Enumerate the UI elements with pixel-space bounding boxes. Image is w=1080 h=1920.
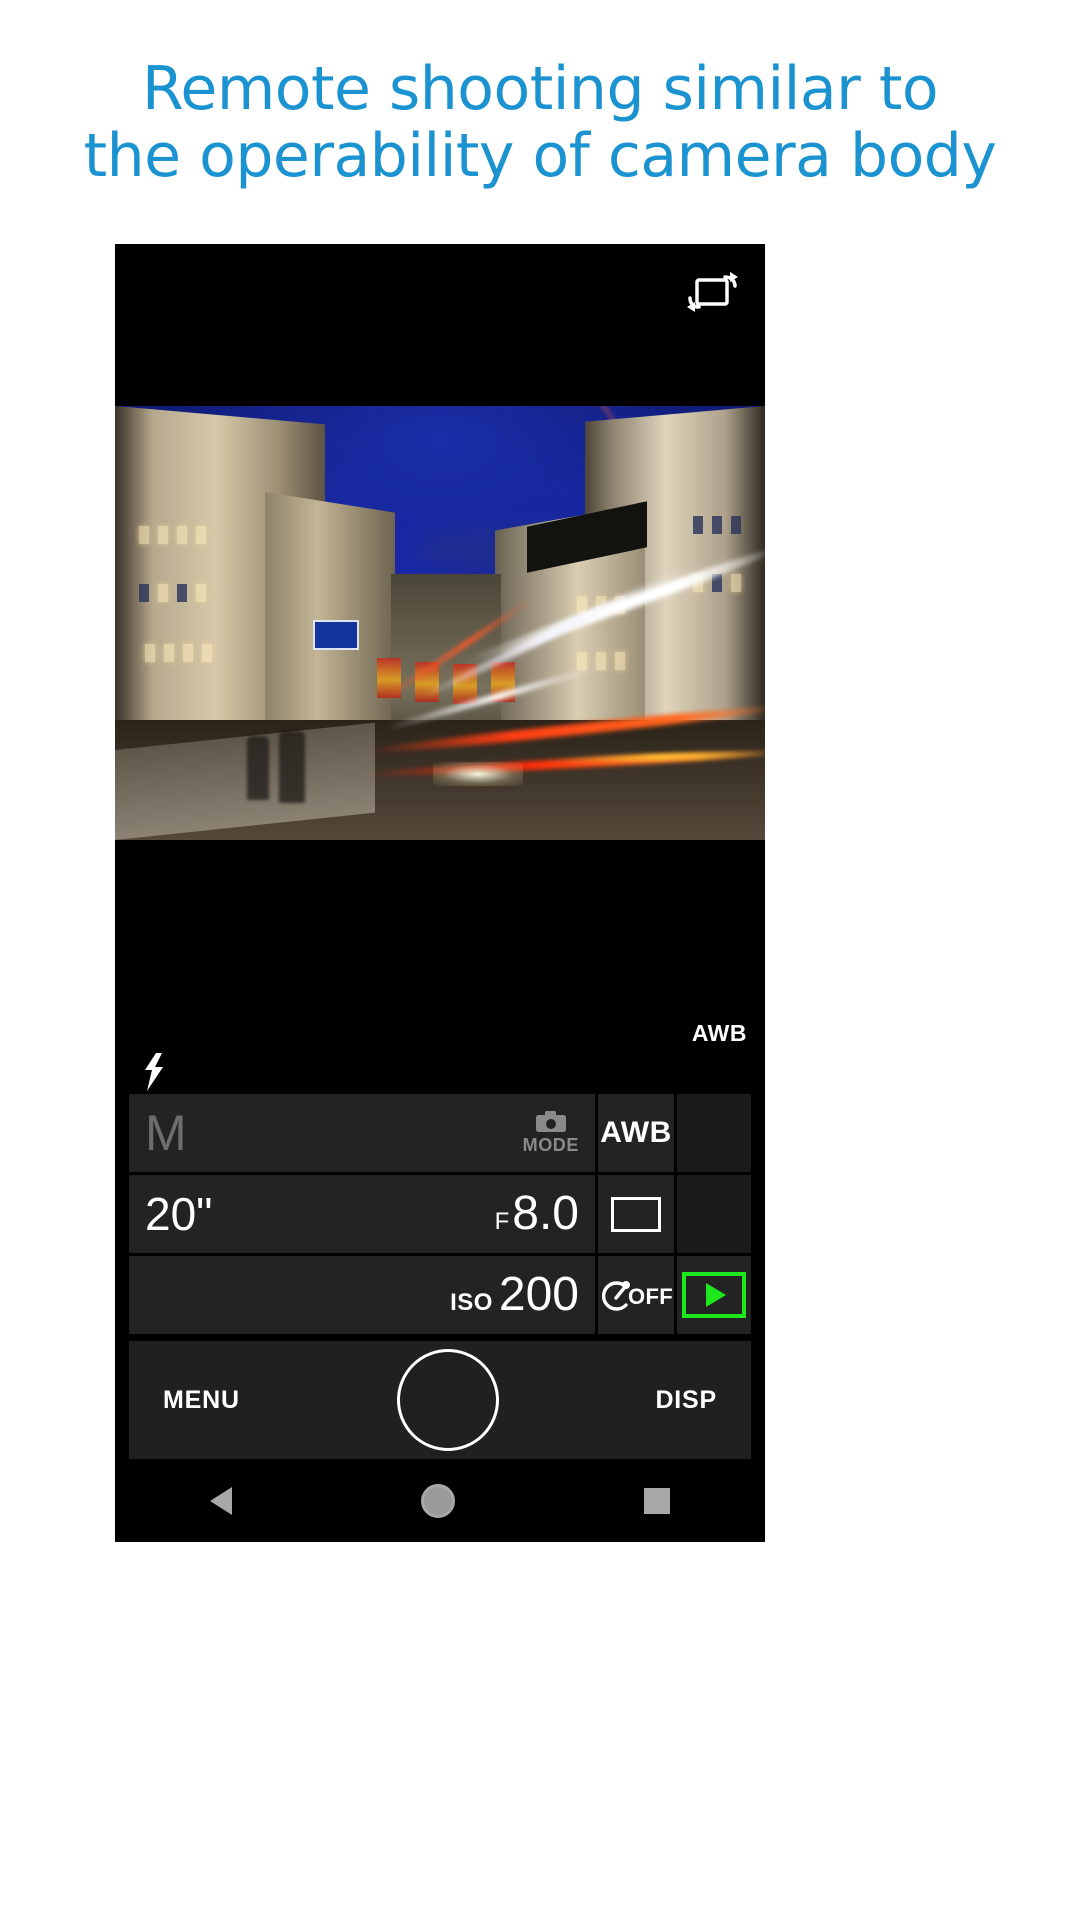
white-balance-indicator: AWB	[691, 1020, 747, 1046]
window-row	[693, 516, 741, 534]
street-sign	[313, 620, 359, 650]
controls-row-3: ISO 200 OFF	[129, 1256, 751, 1334]
controls-row-1: M MODE AWB	[129, 1094, 751, 1172]
pedestrian	[247, 736, 269, 800]
android-navigation-bar	[115, 1459, 765, 1542]
window-row	[577, 652, 625, 670]
disp-button[interactable]: DISP	[655, 1386, 717, 1415]
camera-controls-grid: M MODE AWB 20" F 8.0 ISO 200 OFF	[129, 1094, 751, 1337]
aperture-value: 8.0	[512, 1187, 579, 1240]
self-timer-cell[interactable]: OFF	[598, 1256, 674, 1334]
shooting-mode-cell[interactable]: M MODE	[129, 1094, 595, 1172]
mode-button-label: MODE	[522, 1135, 579, 1155]
white-balance-value: AWB	[600, 1116, 672, 1149]
bottom-action-bar: MENU DISP	[129, 1341, 751, 1459]
self-timer-state: OFF	[628, 1284, 673, 1309]
controls-row-2: 20" F 8.0	[129, 1175, 751, 1253]
app-top-bar	[115, 244, 765, 406]
page-title-line-1: Remote shooting similar to	[141, 54, 939, 124]
phone-screenshot: AWB M MODE AWB 20" F 8.0 ISO 200 OFF MEN…	[115, 244, 765, 1542]
page-title: Remote shooting similar to the operabili…	[0, 54, 1080, 192]
shutter-speed-value: 20"	[145, 1188, 213, 1240]
liveview-image[interactable]	[115, 406, 765, 840]
iso-prefix: ISO	[450, 1289, 493, 1316]
car-headlight-glow	[433, 762, 523, 786]
pedestrian	[279, 731, 305, 803]
iso-display: ISO 200	[450, 1271, 579, 1319]
window-row	[145, 644, 212, 662]
flash-icon[interactable]	[143, 1053, 165, 1091]
exposure-cell[interactable]: 20" F 8.0	[129, 1175, 595, 1253]
liveview-info-area: AWB	[115, 840, 765, 1091]
aperture-display: F 8.0	[495, 1190, 579, 1238]
aspect-ratio-cell[interactable]	[598, 1175, 674, 1253]
iso-value: 200	[498, 1268, 579, 1321]
rotate-screen-icon[interactable]	[685, 264, 741, 320]
white-balance-cell[interactable]: AWB	[598, 1094, 674, 1172]
home-circle-icon[interactable]	[420, 1483, 455, 1518]
window-row	[139, 526, 206, 544]
empty-cell-row1	[677, 1094, 751, 1172]
page-title-line-2: the operability of camera body	[83, 121, 997, 192]
aspect-ratio-icon	[611, 1196, 661, 1232]
self-timer-display: OFF	[599, 1278, 673, 1312]
window-row	[139, 584, 206, 602]
back-triangle-icon[interactable]	[209, 1486, 232, 1515]
playback-cell[interactable]	[677, 1256, 751, 1334]
menu-button[interactable]: MENU	[163, 1386, 240, 1415]
playback-play-icon	[682, 1272, 746, 1318]
empty-cell-row2	[677, 1175, 751, 1253]
mode-button[interactable]: MODE	[523, 1110, 579, 1156]
recents-square-icon[interactable]	[644, 1487, 671, 1514]
camera-icon	[535, 1111, 566, 1132]
aperture-prefix: F	[494, 1208, 510, 1235]
shutter-button[interactable]	[396, 1349, 499, 1451]
shooting-mode-value: M	[145, 1105, 187, 1161]
iso-cell[interactable]: ISO 200	[129, 1256, 595, 1334]
